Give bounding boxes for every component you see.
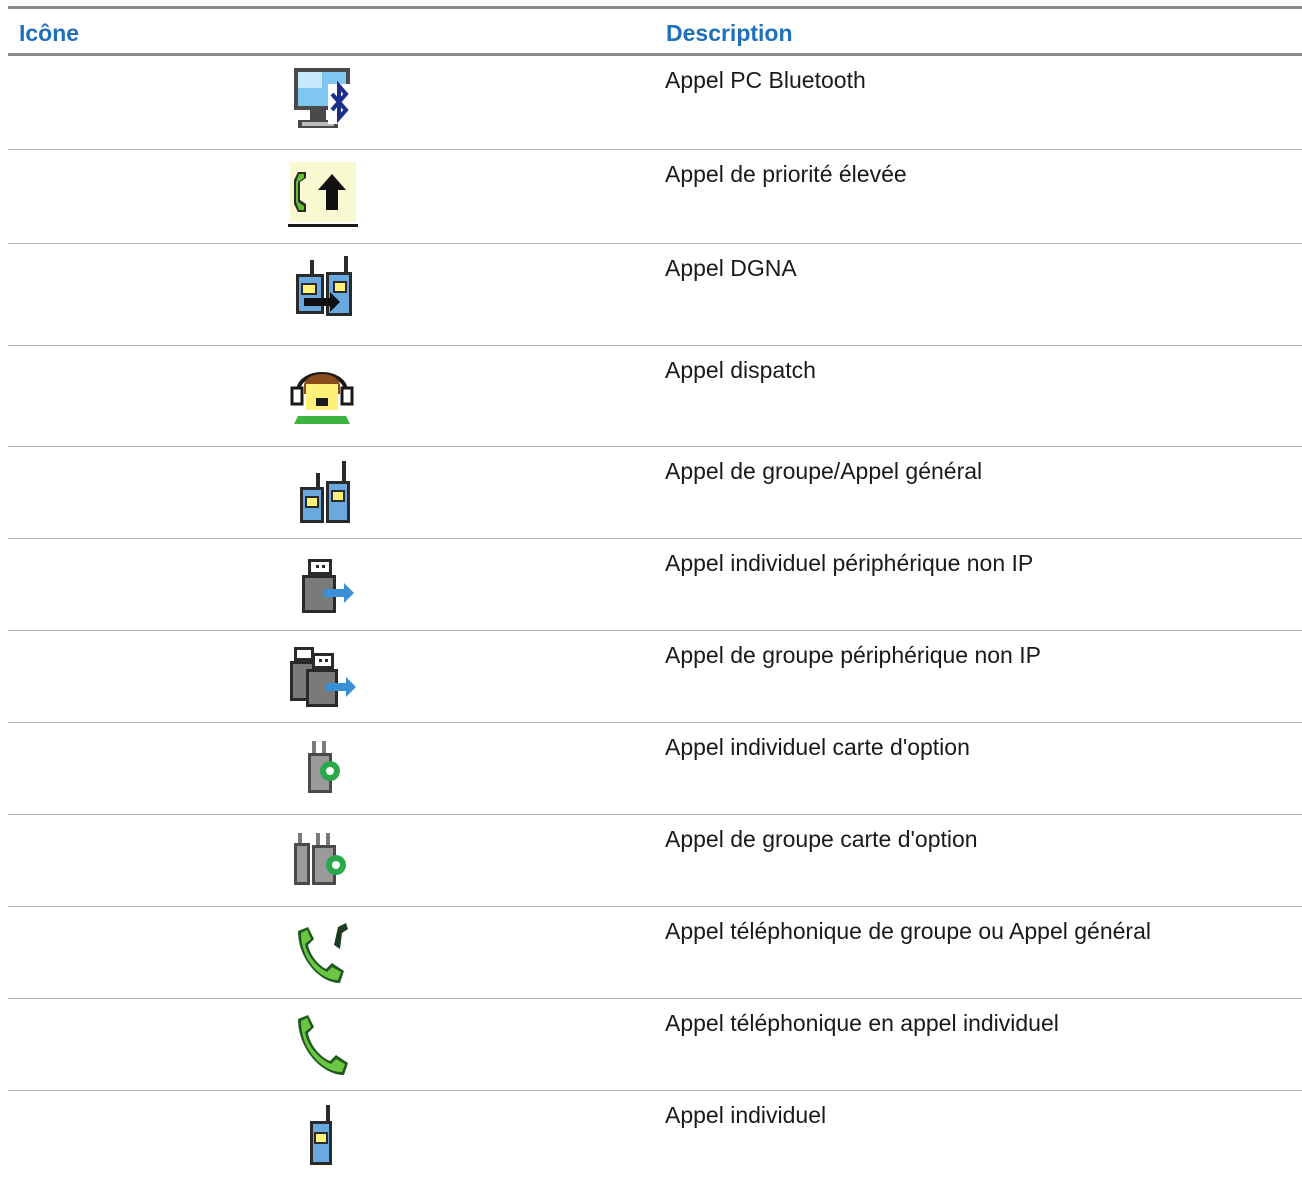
table-row: Appel dispatch: [8, 346, 1302, 447]
column-header-description: Description: [666, 20, 793, 46]
phone-private-call-icon: [284, 1009, 360, 1081]
group-call-icon: [284, 457, 360, 529]
description-text: Appel de groupe périphérique non IP: [665, 642, 1041, 668]
table-row: Appel de groupe carte d'option: [8, 815, 1302, 907]
description-text: Appel de groupe/Appel général: [665, 458, 983, 484]
description-text: Appel DGNA: [665, 255, 797, 281]
phone-group-call-icon: [284, 917, 360, 989]
table-header: Icône Description: [8, 6, 1302, 56]
description-text: Appel individuel périphérique non IP: [665, 550, 1034, 576]
table-row: Appel individuel périphérique non IP: [8, 539, 1302, 631]
description-text: Appel téléphonique de groupe ou Appel gé…: [665, 918, 1151, 944]
description-text: Appel de priorité élevée: [665, 161, 907, 187]
option-board-private-call-icon: [284, 733, 360, 805]
icon-table: Icône Description Appel PC Bluetooth App…: [8, 6, 1302, 1182]
table-row: Appel téléphonique en appel individuel: [8, 999, 1302, 1091]
option-board-group-call-icon: [284, 825, 360, 897]
table-row: Appel individuel carte d'option: [8, 723, 1302, 815]
description-text: Appel individuel carte d'option: [665, 734, 970, 760]
non-ip-peripheral-group-call-icon: [284, 641, 360, 713]
non-ip-peripheral-private-call-icon: [284, 549, 360, 621]
bluetooth-pc-call-icon: [284, 66, 360, 138]
table-row: Appel PC Bluetooth: [8, 56, 1302, 150]
description-text: Appel de groupe carte d'option: [665, 826, 978, 852]
table-row: Appel DGNA: [8, 244, 1302, 346]
description-text: Appel PC Bluetooth: [665, 67, 866, 93]
table-row: Appel individuel: [8, 1091, 1302, 1182]
description-text: Appel téléphonique en appel individuel: [665, 1010, 1059, 1036]
table-row: Appel de groupe/Appel général: [8, 447, 1302, 539]
table-row: Appel téléphonique de groupe ou Appel gé…: [8, 907, 1302, 999]
high-priority-call-icon: [284, 160, 360, 232]
dispatch-call-icon: [284, 356, 360, 428]
column-header-icon: Icône: [19, 20, 80, 46]
dgna-call-icon: [284, 254, 360, 326]
private-call-icon: [284, 1101, 360, 1173]
table-row: Appel de priorité élevée: [8, 150, 1302, 244]
description-text: Appel individuel: [665, 1102, 827, 1128]
description-text: Appel dispatch: [665, 357, 816, 383]
table-row: Appel de groupe périphérique non IP: [8, 631, 1302, 723]
